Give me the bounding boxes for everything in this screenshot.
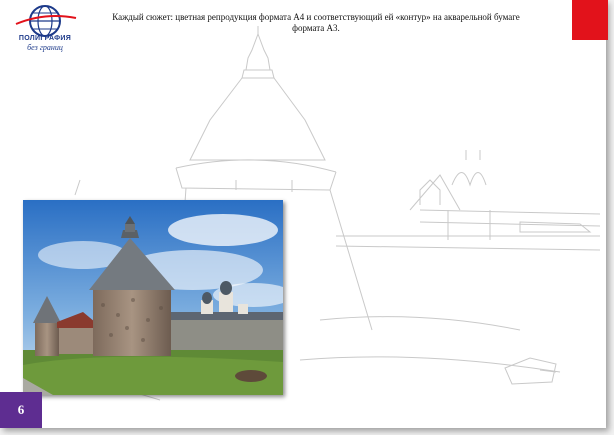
caption-line-2: формата А3. [292,23,340,33]
page-caption: Каждый сюжет: цветная репродукция формат… [100,12,532,34]
globe-icon [15,5,77,37]
logo: ПОЛИГРАФИЯ без границ [6,4,84,54]
logo-title: ПОЛИГРАФИЯ [18,35,72,42]
page: ПОЛИГРАФИЯ без границ Каждый сюжет: цвет… [0,0,608,428]
page-number-badge: 6 [0,392,42,428]
fortress-photo [23,200,283,395]
logo-subtitle: без границ [27,43,63,52]
corner-tab [572,0,608,40]
caption-line-1: Каждый сюжет: цветная репродукция формат… [112,12,520,22]
